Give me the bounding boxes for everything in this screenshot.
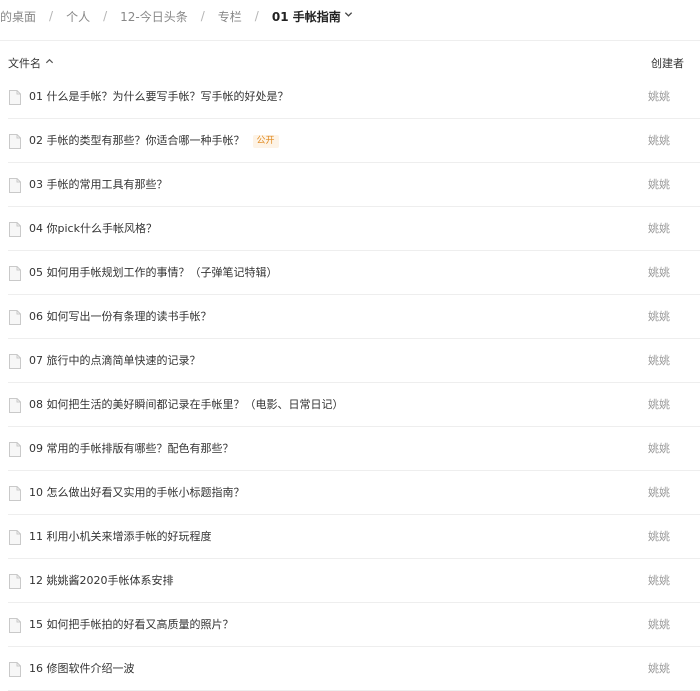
file-title-text: 06 如何写出一份有条理的读书手帐？ xyxy=(29,310,212,323)
file-title[interactable]: 02 手帐的类型有那些？你适合哪一种手帐？ 公开 xyxy=(29,119,279,163)
document-icon xyxy=(9,442,21,457)
document-icon xyxy=(9,486,21,501)
file-title-text: 16 修图软件介绍一波 xyxy=(29,662,135,675)
file-title[interactable]: 12 姚姚酱2020手帐体系安排 xyxy=(29,559,174,603)
breadcrumb-item-personal[interactable]: 个人 xyxy=(66,8,90,25)
creator-name: 姚姚 xyxy=(648,662,670,675)
table-row[interactable]: 09 常用的手帐排版有哪些？配色有那些？ 姚姚 xyxy=(0,427,700,471)
table-row[interactable]: 06 如何写出一份有条理的读书手帐？ 姚姚 xyxy=(0,295,700,339)
creator-name: 姚姚 xyxy=(648,442,670,455)
creator-name: 姚姚 xyxy=(648,530,670,543)
table-row[interactable]: 04 你pick什么手帐风格？ 姚姚 xyxy=(0,207,700,251)
file-title[interactable]: 07 旅行中的点滴简单快速的记录？ xyxy=(29,339,201,383)
file-title-text: 12 姚姚酱2020手帐体系安排 xyxy=(29,574,174,587)
file-title[interactable]: 01 什么是手帐？为什么要写手帐？写手帐的好处是？ xyxy=(29,75,289,119)
creator-name: 姚姚 xyxy=(648,618,670,631)
table-row[interactable]: 07 旅行中的点滴简单快速的记录？ 姚姚 xyxy=(0,339,700,383)
creator-name: 姚姚 xyxy=(648,574,670,587)
public-badge: 公开 xyxy=(252,134,279,148)
file-title-text: 02 手帐的类型有那些？你适合哪一种手帐？ xyxy=(29,134,245,147)
document-icon xyxy=(9,354,21,369)
breadcrumb-separator: / xyxy=(200,9,205,23)
creator-name: 姚姚 xyxy=(648,134,670,147)
document-icon xyxy=(9,134,21,149)
column-header-creator[interactable]: 创建者 xyxy=(651,55,684,71)
table-row[interactable]: 15 如何把手帐拍的好看又高质量的照片？ 姚姚 xyxy=(0,603,700,647)
breadcrumb-item-toutiao[interactable]: 12-今日头条 xyxy=(120,8,188,25)
file-title-text: 09 常用的手帐排版有哪些？配色有那些？ xyxy=(29,442,234,455)
creator-name: 姚姚 xyxy=(648,398,670,411)
table-row[interactable]: 10 怎么做出好看又实用的手帐小标题指南？ 姚姚 xyxy=(0,471,700,515)
breadcrumb-separator: / xyxy=(254,9,259,23)
file-title[interactable]: 10 怎么做出好看又实用的手帐小标题指南？ xyxy=(29,471,245,515)
creator-name: 姚姚 xyxy=(648,266,670,279)
breadcrumb-item-desktop[interactable]: 的桌面 xyxy=(0,8,36,25)
file-title-text: 04 你pick什么手帐风格？ xyxy=(29,222,157,235)
breadcrumb-current-folder[interactable]: 01 手帐指南 xyxy=(272,8,353,25)
file-title[interactable]: 04 你pick什么手帐风格？ xyxy=(29,207,157,251)
file-title-text: 05 如何用手帐规划工作的事情？（子弹笔记特辑） xyxy=(29,266,278,279)
file-title-text: 08 如何把生活的美好瞬间都记录在手帐里？（电影、日常日记） xyxy=(29,398,344,411)
divider xyxy=(0,40,700,41)
document-icon xyxy=(9,90,21,105)
document-icon xyxy=(9,662,21,677)
file-list: 01 什么是手帐？为什么要写手帐？写手帐的好处是？ 姚姚 02 手帐的类型有那些？你… xyxy=(0,75,700,691)
column-header-filename[interactable]: 文件名 xyxy=(8,55,54,71)
file-title-text: 03 手帐的常用工具有那些？ xyxy=(29,178,168,191)
file-title[interactable]: 16 修图软件介绍一波 xyxy=(29,647,135,691)
breadcrumb-item-column[interactable]: 专栏 xyxy=(218,8,242,25)
table-header: 文件名 创建者 xyxy=(0,50,700,76)
table-row[interactable]: 01 什么是手帐？为什么要写手帐？写手帐的好处是？ 姚姚 xyxy=(0,75,700,119)
table-row[interactable]: 02 手帐的类型有那些？你适合哪一种手帐？ 公开 姚姚 xyxy=(0,119,700,163)
table-row[interactable]: 03 手帐的常用工具有那些？ 姚姚 xyxy=(0,163,700,207)
file-title[interactable]: 09 常用的手帐排版有哪些？配色有那些？ xyxy=(29,427,234,471)
creator-name: 姚姚 xyxy=(648,222,670,235)
file-title[interactable]: 06 如何写出一份有条理的读书手帐？ xyxy=(29,295,212,339)
document-icon xyxy=(9,310,21,325)
table-row[interactable]: 11 利用小机关来增添手帐的好玩程度 姚姚 xyxy=(0,515,700,559)
document-icon xyxy=(9,398,21,413)
sort-ascending-icon xyxy=(45,57,54,69)
file-title-text: 01 什么是手帐？为什么要写手帐？写手帐的好处是？ xyxy=(29,90,289,103)
file-title[interactable]: 03 手帐的常用工具有那些？ xyxy=(29,163,168,207)
file-title[interactable]: 05 如何用手帐规划工作的事情？（子弹笔记特辑） xyxy=(29,251,278,295)
creator-name: 姚姚 xyxy=(648,354,670,367)
file-title[interactable]: 15 如何把手帐拍的好看又高质量的照片？ xyxy=(29,603,234,647)
creator-name: 姚姚 xyxy=(648,310,670,323)
file-title-text: 07 旅行中的点滴简单快速的记录？ xyxy=(29,354,201,367)
document-icon xyxy=(9,222,21,237)
table-row[interactable]: 12 姚姚酱2020手帐体系安排 姚姚 xyxy=(0,559,700,603)
breadcrumb: 的桌面 / 个人 / 12-今日头条 / 专栏 / 01 手帐指南 xyxy=(0,0,700,32)
breadcrumb-current-label: 01 手帐指南 xyxy=(271,9,341,24)
file-title[interactable]: 11 利用小机关来增添手帐的好玩程度 xyxy=(29,515,212,559)
table-row[interactable]: 05 如何用手帐规划工作的事情？（子弹笔记特辑） 姚姚 xyxy=(0,251,700,295)
document-icon xyxy=(9,266,21,281)
creator-name: 姚姚 xyxy=(648,90,670,103)
document-icon xyxy=(9,178,21,193)
file-title-text: 11 利用小机关来增添手帐的好玩程度 xyxy=(29,530,212,543)
column-header-filename-label: 文件名 xyxy=(8,57,41,70)
table-row[interactable]: 08 如何把生活的美好瞬间都记录在手帐里？（电影、日常日记） 姚姚 xyxy=(0,383,700,427)
creator-name: 姚姚 xyxy=(648,178,670,191)
document-icon xyxy=(9,618,21,633)
chevron-down-icon xyxy=(344,10,353,22)
document-icon xyxy=(9,530,21,545)
document-icon xyxy=(9,574,21,589)
breadcrumb-separator: / xyxy=(49,9,54,23)
creator-name: 姚姚 xyxy=(648,486,670,499)
file-title-text: 15 如何把手帐拍的好看又高质量的照片？ xyxy=(29,618,234,631)
table-row[interactable]: 16 修图软件介绍一波 姚姚 xyxy=(0,647,700,691)
file-title-text: 10 怎么做出好看又实用的手帐小标题指南？ xyxy=(29,486,245,499)
file-title[interactable]: 08 如何把生活的美好瞬间都记录在手帐里？（电影、日常日记） xyxy=(29,383,344,427)
breadcrumb-separator: / xyxy=(103,9,108,23)
